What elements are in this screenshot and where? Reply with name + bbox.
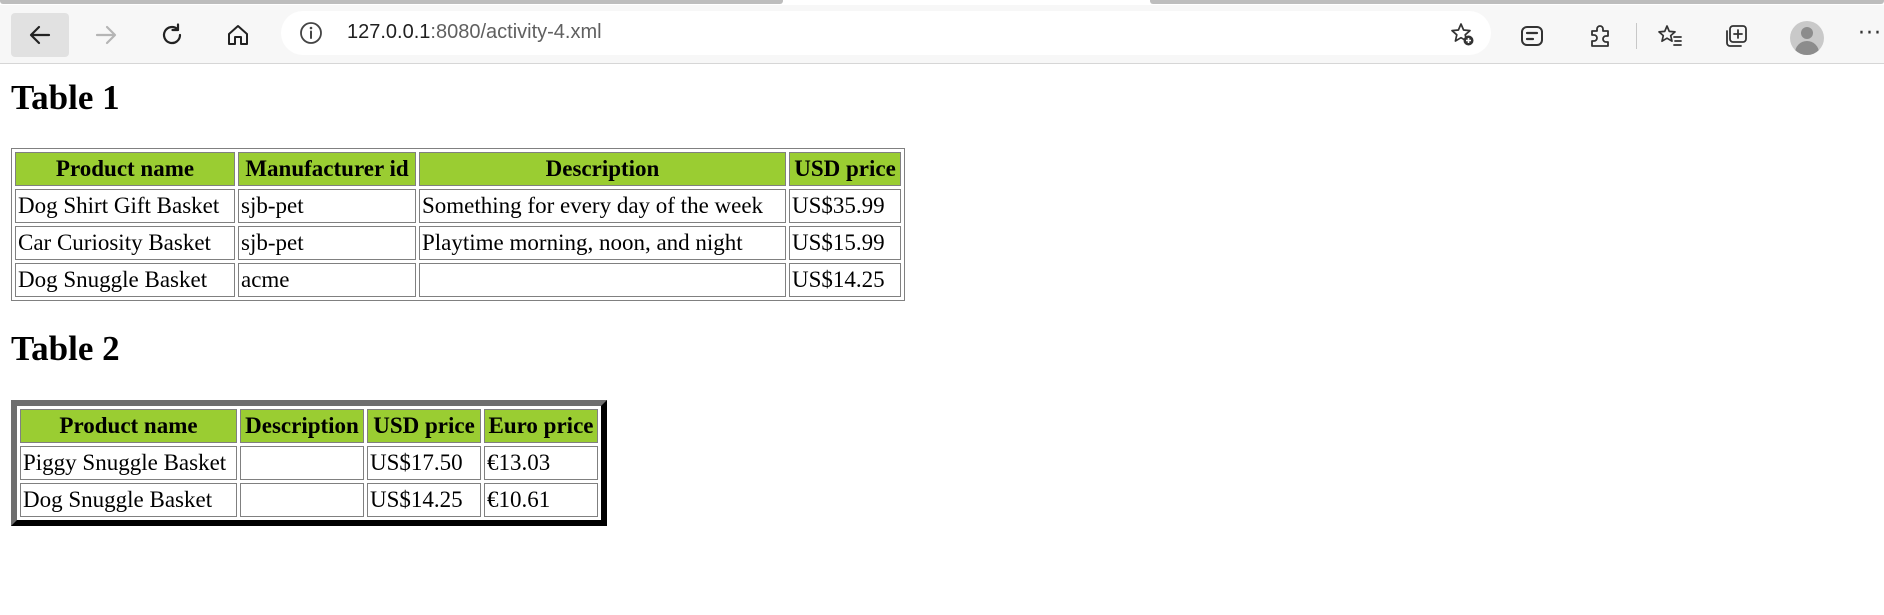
table1-col-product-name: Product name <box>15 152 235 186</box>
table-cell: sjb-pet <box>238 189 416 223</box>
table-row: Dog Shirt Gift Basket sjb-pet Something … <box>15 189 901 223</box>
table-cell: US$35.99 <box>789 189 901 223</box>
table1-col-description: Description <box>419 152 786 186</box>
copilot-button[interactable] <box>1518 22 1546 50</box>
table-cell: Dog Snuggle Basket <box>20 483 237 517</box>
table-cell: acme <box>238 263 416 297</box>
copilot-icon <box>1521 26 1543 46</box>
browser-toolbar: 127.0.0.1:8080/activity-4.xml ··· <box>0 5 1884 64</box>
extensions-button[interactable] <box>1586 22 1614 50</box>
table-cell: sjb-pet <box>238 226 416 260</box>
toolbar-divider <box>1636 23 1637 49</box>
table-cell: US$14.25 <box>789 263 901 297</box>
table-row: Car Curiosity Basket sjb-pet Playtime mo… <box>15 226 901 260</box>
table-cell: Dog Snuggle Basket <box>15 263 235 297</box>
table2-heading: Table 2 <box>11 329 120 368</box>
table-cell: US$15.99 <box>789 226 901 260</box>
home-icon <box>228 25 248 45</box>
tab-indicator[interactable] <box>0 0 783 4</box>
back-arrow-icon <box>29 25 51 45</box>
table1-heading: Table 1 <box>11 78 120 117</box>
table-cell <box>419 263 786 297</box>
table2-header-row: Product name Description USD price Euro … <box>20 409 598 443</box>
table-cell: Dog Shirt Gift Basket <box>15 189 235 223</box>
table1-col-manufacturer-id: Manufacturer id <box>238 152 416 186</box>
table-cell: US$14.25 <box>367 483 481 517</box>
table-cell: Car Curiosity Basket <box>15 226 235 260</box>
add-favorite-icon[interactable] <box>1449 21 1475 47</box>
profile-body-shape <box>1795 41 1819 55</box>
url-host: 127.0.0.1 <box>347 21 431 43</box>
favorites-button[interactable] <box>1656 22 1684 50</box>
home-button[interactable] <box>209 13 267 57</box>
refresh-button[interactable] <box>143 13 201 57</box>
url-path: :8080/activity-4.xml <box>430 21 602 43</box>
refresh-icon <box>162 23 182 45</box>
table-cell: Playtime morning, noon, and night <box>419 226 786 260</box>
table-cell: €13.03 <box>484 446 598 480</box>
profile-icon <box>1801 27 1813 39</box>
table-cell: Something for every day of the week <box>419 189 786 223</box>
more-icon[interactable]: ··· <box>1858 21 1882 46</box>
table-row: Dog Snuggle Basket acme US$14.25 <box>15 263 901 297</box>
table-cell: €10.61 <box>484 483 598 517</box>
favorites-icon <box>1658 25 1682 46</box>
extensions-icon <box>1591 25 1609 47</box>
forward-button[interactable] <box>77 13 135 57</box>
forward-arrow-icon <box>95 25 117 45</box>
tab-indicator[interactable] <box>1150 0 1884 4</box>
info-icon[interactable] <box>299 21 323 45</box>
table-row: Piggy Snuggle Basket US$17.50 €13.03 <box>20 446 598 480</box>
table2-col-usd-price: USD price <box>367 409 481 443</box>
collections-icon <box>1726 25 1747 47</box>
table2-col-description: Description <box>240 409 364 443</box>
table2: Product name Description USD price Euro … <box>11 400 607 526</box>
table1-header-row: Product name Manufacturer id Description… <box>15 152 901 186</box>
profile-avatar[interactable] <box>1790 21 1824 55</box>
table-row: Dog Snuggle Basket US$14.25 €10.61 <box>20 483 598 517</box>
table2-col-euro-price: Euro price <box>484 409 598 443</box>
table-cell: US$17.50 <box>367 446 481 480</box>
collections-button[interactable] <box>1722 22 1750 50</box>
table1-col-usd-price: USD price <box>789 152 901 186</box>
page-content: Table 1 Product name Manufacturer id Des… <box>0 64 1884 615</box>
table1: Product name Manufacturer id Description… <box>11 148 905 301</box>
table-cell: Piggy Snuggle Basket <box>20 446 237 480</box>
back-button[interactable] <box>11 13 69 57</box>
table-cell <box>240 483 364 517</box>
table2-col-product-name: Product name <box>20 409 237 443</box>
url-text[interactable]: 127.0.0.1:8080/activity-4.xml <box>347 21 602 44</box>
address-bar[interactable]: 127.0.0.1:8080/activity-4.xml <box>281 11 1491 55</box>
table-cell <box>240 446 364 480</box>
